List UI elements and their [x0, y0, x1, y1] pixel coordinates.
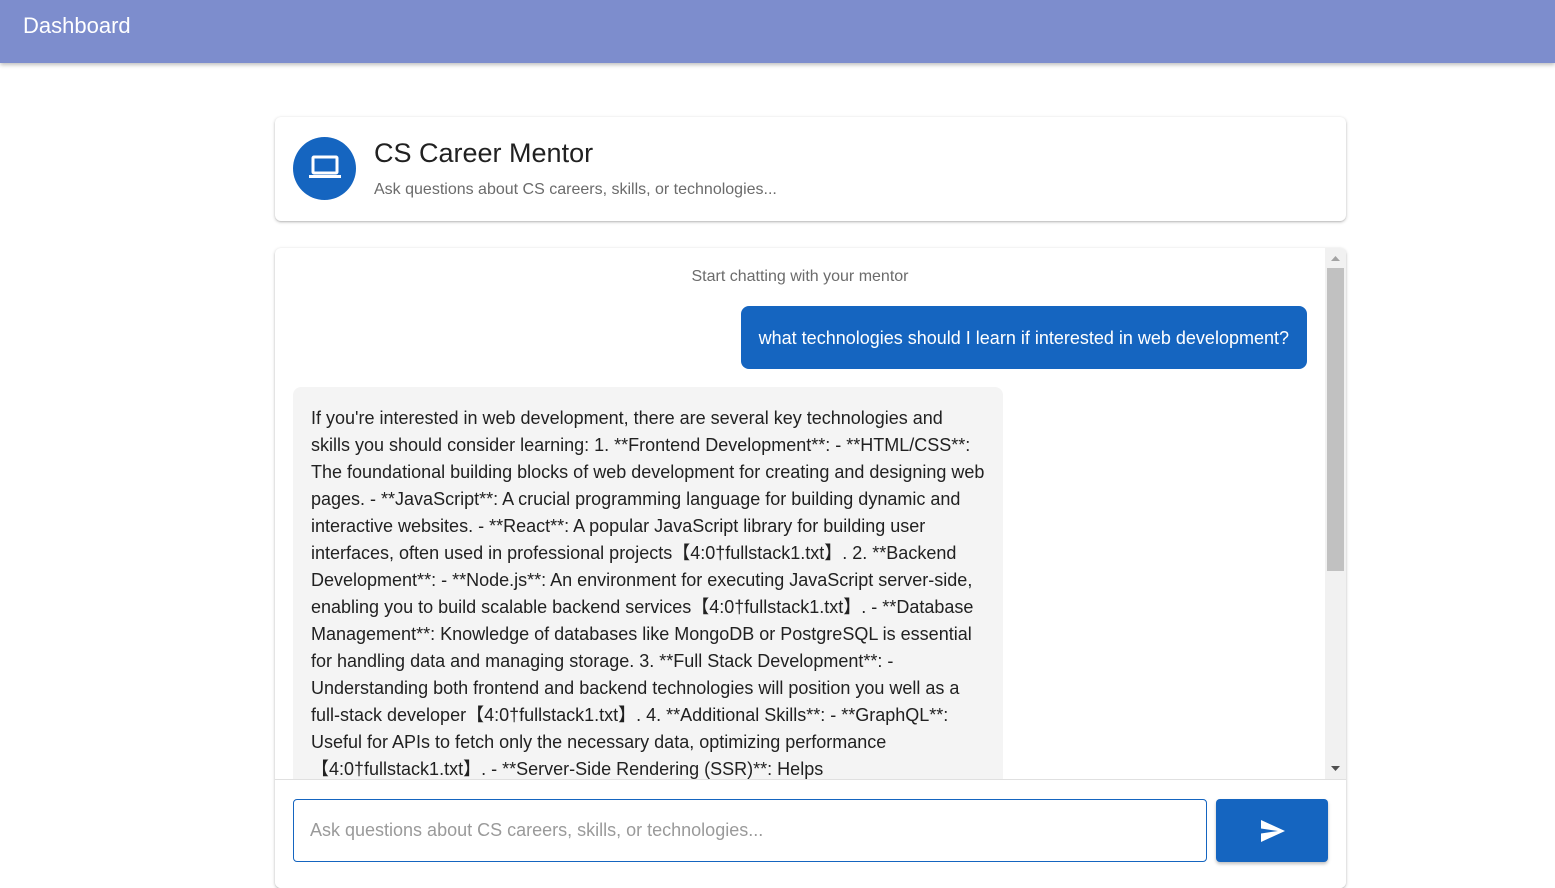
- scrollbar-thumb[interactable]: [1327, 268, 1344, 571]
- scroll-up-arrow-icon[interactable]: [1325, 250, 1346, 267]
- scrollbar[interactable]: [1325, 248, 1346, 779]
- mentor-title: CS Career Mentor: [374, 138, 594, 168]
- start-chat-note: Start chatting with your mentor: [691, 268, 909, 285]
- avatar: [293, 137, 356, 200]
- assistant-message: If you're interested in web development,…: [293, 387, 1003, 779]
- mentor-subtitle: Ask questions about CS careers, skills, …: [374, 181, 777, 198]
- composer: [275, 779, 1346, 888]
- app-title: Dashboard: [23, 13, 131, 38]
- send-icon: [1261, 820, 1285, 842]
- scroll-down-arrow-icon[interactable]: [1325, 760, 1346, 777]
- app-bar: Dashboard: [0, 0, 1555, 63]
- laptop-icon: [309, 155, 341, 178]
- chat-input[interactable]: [293, 799, 1207, 862]
- user-message: what technologies should I learn if inte…: [740, 306, 1307, 369]
- mentor-header-card: CS Career Mentor Ask questions about CS …: [275, 117, 1346, 221]
- send-button[interactable]: [1216, 799, 1328, 862]
- chat-panel: Start chatting with your mentor what tec…: [275, 248, 1346, 888]
- message-list[interactable]: Start chatting with your mentor what tec…: [275, 248, 1346, 779]
